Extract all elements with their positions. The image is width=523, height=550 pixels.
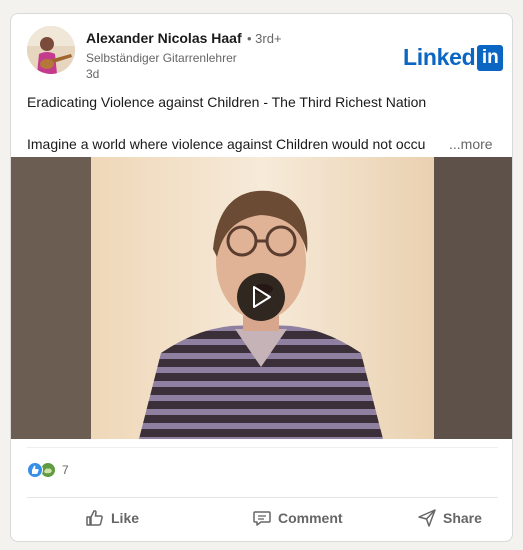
post-body-text: Imagine a world where violence against C… — [27, 136, 426, 152]
media-divider — [27, 447, 498, 448]
comment-button[interactable]: Comment — [252, 508, 343, 528]
play-icon — [253, 286, 271, 308]
play-button[interactable] — [237, 273, 285, 321]
share-label: Share — [443, 510, 482, 526]
post-timestamp: 3d — [86, 67, 100, 81]
logo-in-box: in — [477, 44, 504, 71]
video-player[interactable] — [11, 157, 512, 439]
like-reaction-icon — [27, 462, 43, 478]
logo-wordmark: Linked — [403, 44, 476, 70]
post-actions: Like Comment Share — [11, 502, 512, 540]
author-headline: Selbständiger Gitarrenlehrer — [86, 51, 237, 65]
connection-degree: • 3rd+ — [247, 31, 282, 46]
send-icon — [418, 509, 436, 527]
author-avatar[interactable] — [27, 26, 75, 74]
thumbs-up-icon — [86, 510, 103, 526]
comment-icon — [253, 511, 271, 526]
see-more-link[interactable]: ...more — [449, 136, 493, 152]
actions-divider — [27, 497, 498, 498]
post-card: Alexander Nicolas Haaf • 3rd+ Selbständi… — [10, 13, 513, 542]
reaction-count: 7 — [62, 463, 69, 477]
post-title: Eradicating Violence against Children - … — [27, 94, 427, 110]
reactions-summary[interactable]: 7 — [27, 462, 69, 478]
comment-label: Comment — [278, 510, 343, 526]
like-button[interactable]: Like — [85, 508, 139, 528]
author-name[interactable]: Alexander Nicolas Haaf — [86, 30, 242, 46]
like-label: Like — [111, 510, 140, 526]
avatar-image — [27, 26, 75, 74]
post-header: Alexander Nicolas Haaf • 3rd+ Selbständi… — [11, 14, 512, 92]
share-button[interactable]: Share — [417, 508, 482, 528]
linkedin-logo: Linked in — [403, 44, 504, 71]
